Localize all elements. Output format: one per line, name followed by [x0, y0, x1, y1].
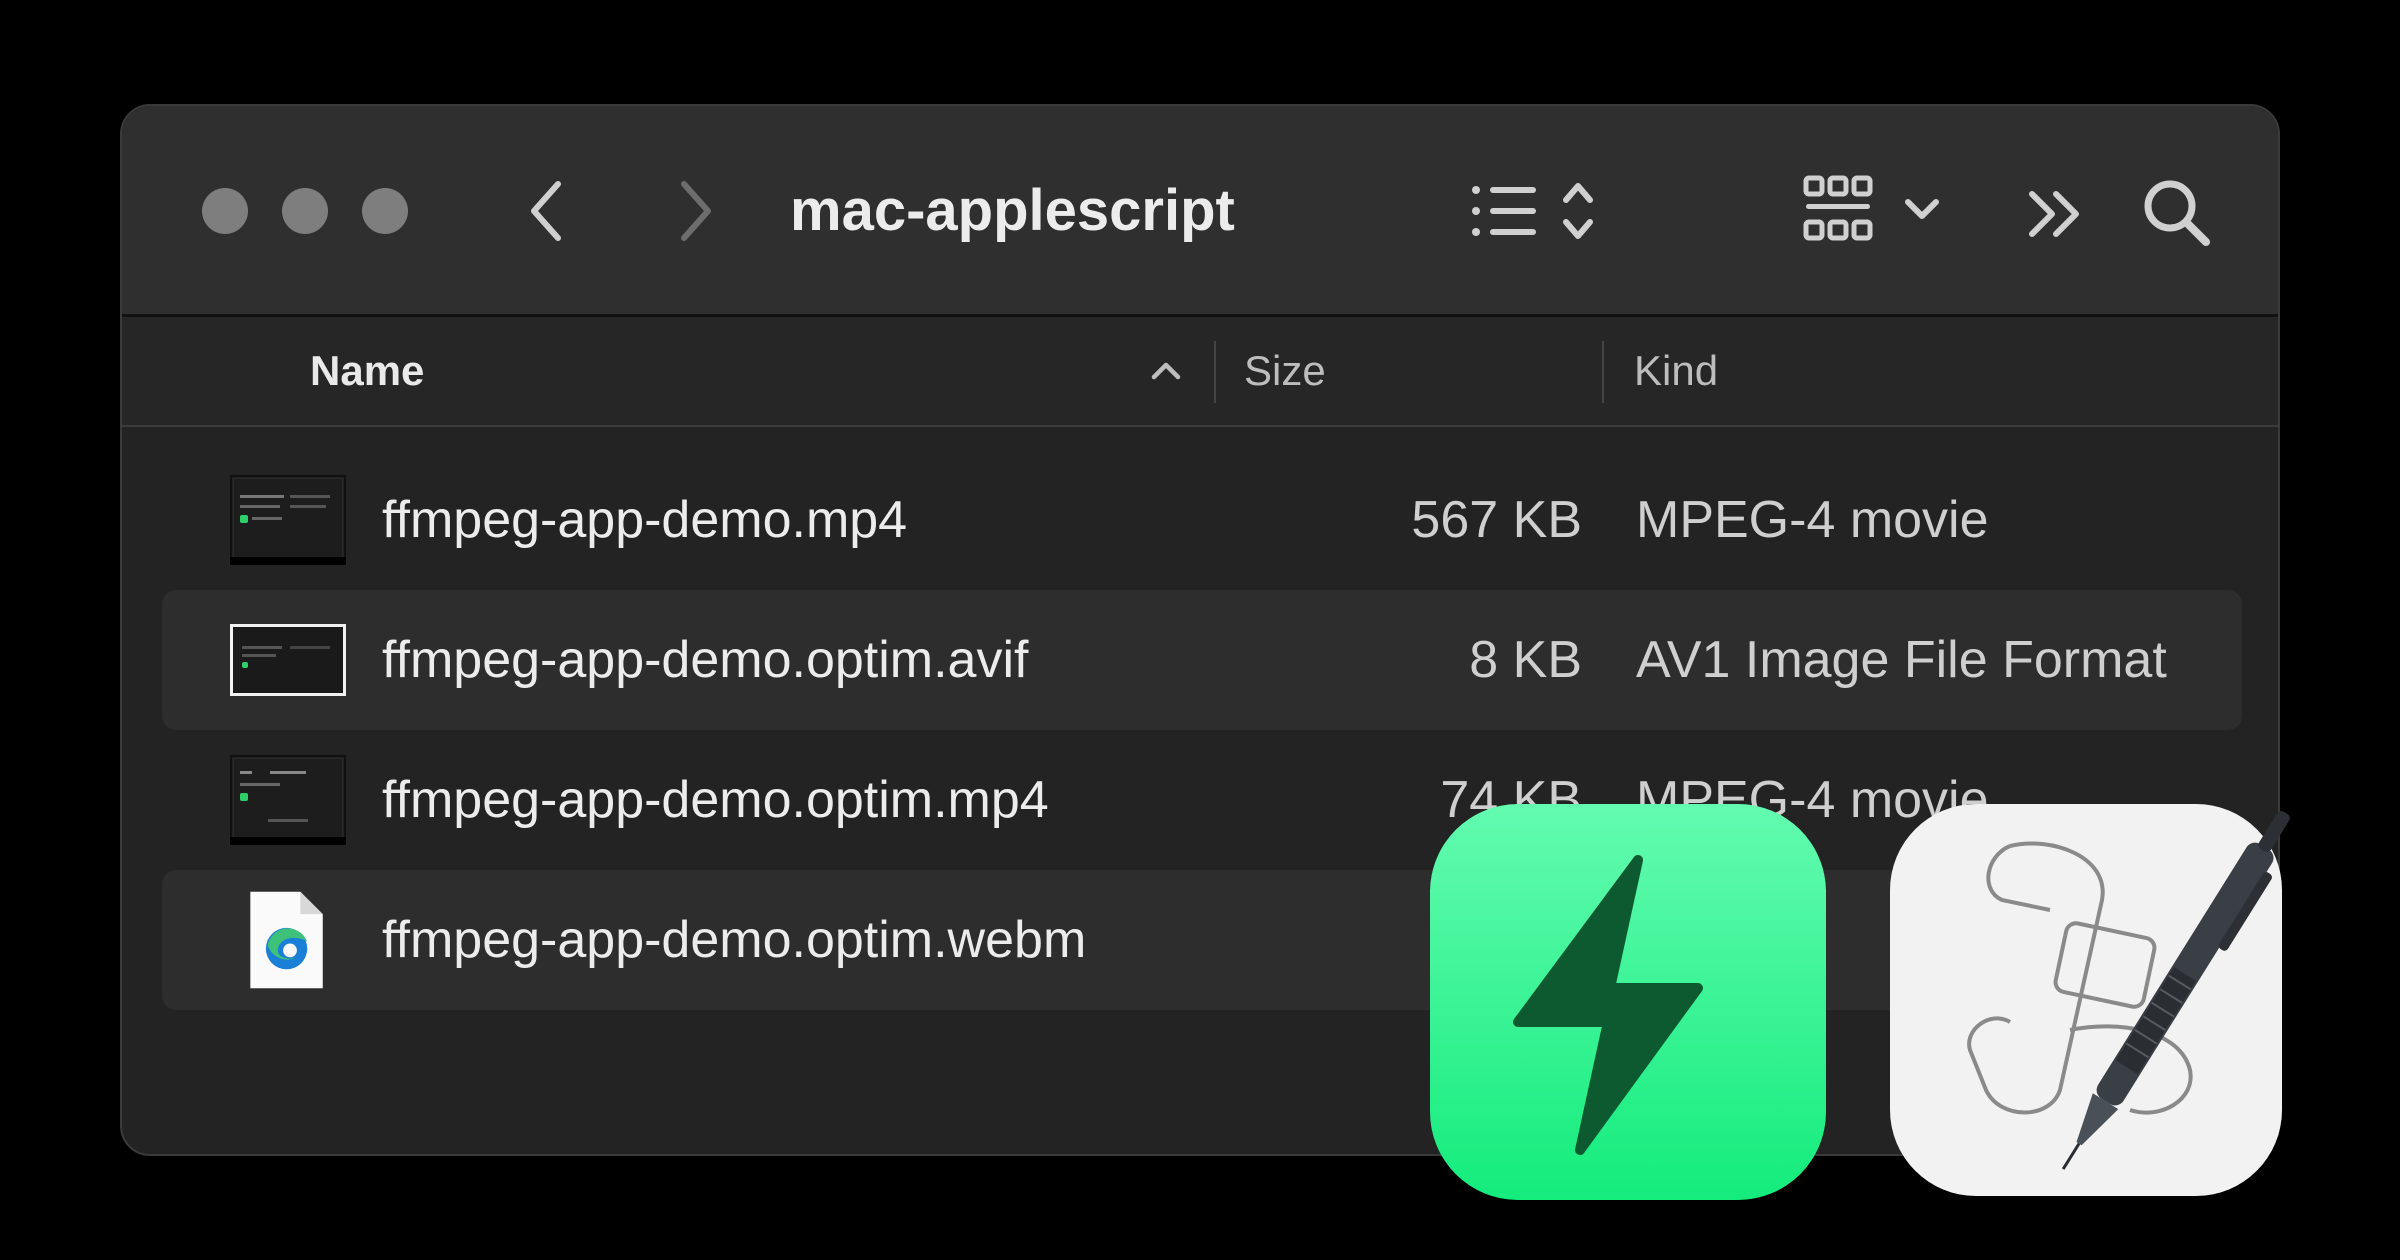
video-thumbnail-icon — [230, 755, 346, 845]
file-row[interactable]: ffmpeg-app-demo.optim.avif 8 KB AV1 Imag… — [162, 590, 2242, 730]
file-kind: MPEG-4 movie — [1636, 491, 1989, 549]
grid-view-button[interactable] — [1802, 172, 1962, 248]
kind-column-header[interactable]: Kind — [1634, 317, 1718, 425]
chevron-up-icon — [1151, 362, 1181, 380]
list-view-button[interactable] — [1468, 178, 1598, 244]
file-kind: AV1 Image File Format — [1636, 631, 2167, 689]
file-name: ffmpeg-app-demo.optim.webm — [382, 911, 1087, 969]
list-icon — [1472, 183, 1593, 239]
edge-document-icon — [250, 891, 323, 989]
file-size: 8 KB — [1469, 631, 1582, 689]
file-name: ffmpeg-app-demo.optim.avif — [382, 631, 1029, 689]
more-button[interactable] — [2022, 184, 2092, 244]
search-button[interactable] — [2138, 174, 2218, 254]
minimize-button[interactable] — [282, 188, 328, 234]
file-name: ffmpeg-app-demo.mp4 — [382, 491, 908, 549]
toolbar: mac-applescript — [122, 106, 2278, 317]
zoom-button[interactable] — [362, 188, 408, 234]
double-chevron-right-icon — [2029, 191, 2079, 237]
back-button[interactable] — [522, 176, 572, 246]
window-title: mac-applescript — [790, 178, 1235, 243]
chevron-down-icon — [1905, 199, 1939, 219]
search-icon — [2144, 180, 2210, 246]
chevron-left-icon — [531, 181, 561, 241]
forward-button[interactable] — [670, 176, 720, 246]
name-column-header[interactable]: Name — [310, 317, 424, 425]
shortcuts-app-icon — [1430, 804, 1826, 1200]
file-name: ffmpeg-app-demo.optim.mp4 — [382, 771, 1049, 829]
column-divider[interactable] — [1214, 341, 1216, 403]
grid-icon — [1803, 175, 1939, 241]
close-button[interactable] — [202, 188, 248, 234]
image-thumbnail-icon — [230, 624, 346, 696]
chevron-right-icon — [681, 181, 711, 241]
sort-indicator[interactable] — [1146, 353, 1186, 389]
column-header: Name Size Kind — [122, 317, 2278, 427]
script-editor-app-icon — [1890, 804, 2290, 1196]
file-row[interactable]: ffmpeg-app-demo.mp4 567 KB MPEG-4 movie — [162, 450, 2242, 590]
up-down-chevron-icon — [1563, 183, 1593, 239]
file-size: 567 KB — [1411, 491, 1582, 549]
video-thumbnail-icon — [230, 475, 346, 565]
column-divider[interactable] — [1602, 341, 1604, 403]
size-column-header[interactable]: Size — [1244, 317, 1326, 425]
